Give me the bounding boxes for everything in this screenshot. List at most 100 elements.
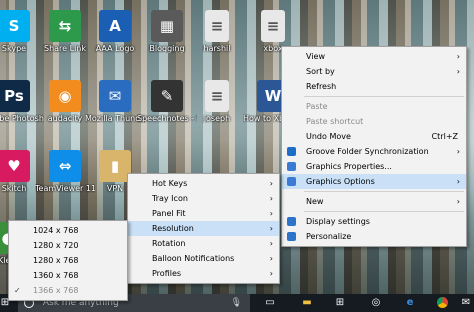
menu-item-label: View (306, 52, 325, 61)
chevron-right-icon: › (269, 269, 273, 278)
menu-item-label: 1024 x 768 (33, 226, 79, 235)
blogging-folder-icon: ▦ (151, 10, 183, 42)
graphics-submenu-item[interactable]: Panel Fit › (128, 206, 279, 221)
context-menu-item[interactable]: Graphics Options › (282, 174, 466, 189)
chevron-right-icon: › (269, 209, 273, 218)
task-view-icon: ▭ (265, 297, 275, 308)
menu-item-label: Display settings (306, 217, 370, 226)
chevron-right-icon: › (456, 197, 460, 206)
menu-separator (304, 191, 464, 192)
desktop-shortcut[interactable]: A AAA Logo (85, 10, 145, 53)
menu-item-label: Profiles (152, 269, 182, 278)
ring-app-icon: ◎ (371, 297, 381, 308)
graphics-properties-icon (287, 162, 296, 171)
resolution-option[interactable]: 1280 x 768 (9, 253, 127, 268)
chevron-right-icon: › (269, 179, 273, 188)
chevron-right-icon: › (456, 147, 460, 156)
menu-item-label: 1280 x 720 (33, 241, 79, 250)
context-menu-item[interactable]: New › (282, 194, 466, 209)
menu-shortcut-label: Ctrl+Z (431, 132, 458, 141)
graphics-submenu-item[interactable]: Profiles › (128, 266, 279, 281)
menu-item-label: 1360 x 768 (33, 271, 79, 280)
checkmark-icon: ✓ (14, 286, 21, 295)
chevron-right-icon: › (456, 52, 460, 61)
file-explorer-taskbar-button[interactable]: ▬ (293, 294, 321, 312)
personalize-icon (287, 232, 296, 241)
context-menu-item[interactable]: Personalize (282, 229, 466, 244)
resolution-submenu: 1024 x 768 1280 x 720 1280 x 768 1360 x 768… (8, 220, 128, 301)
edge-icon: e (406, 297, 414, 308)
audacity-icon: ◉ (49, 80, 81, 112)
chevron-right-icon: › (456, 177, 460, 186)
desktop-context-menu: View › Sort by › Refresh Paste Paste shortcut U… (281, 46, 467, 247)
chevron-right-icon: › (269, 194, 273, 203)
folder-icon: ▬ (302, 297, 312, 308)
menu-item-label: Paste shortcut (306, 117, 364, 126)
microphone-icon[interactable]: 🎙 (231, 294, 242, 312)
graphics-submenu-item[interactable]: Hot Keys › (128, 176, 279, 191)
menu-item-label: Personalize (306, 232, 352, 241)
harshil-file-icon: ≡ (205, 10, 229, 42)
graphics-submenu-item[interactable]: Balloon Notifications › (128, 251, 279, 266)
context-menu-item[interactable]: Groove Folder Synchronization › (282, 144, 466, 159)
menu-item-label: Panel Fit (152, 209, 186, 218)
graphics-submenu-item[interactable]: Resolution › (128, 221, 279, 236)
xbox-file-icon: ≡ (261, 10, 285, 42)
aaa-logo-icon: A (99, 10, 131, 42)
speechnotes-icon: ✎ (151, 80, 183, 112)
chrome-taskbar-button[interactable] (428, 294, 456, 312)
menu-separator (304, 96, 464, 97)
groove-sync-icon (287, 147, 296, 156)
desktop-shortcut[interactable]: ≡ joseph (187, 80, 247, 123)
menu-item-label: Tray Icon (152, 194, 188, 203)
store-taskbar-button[interactable]: ⊞ (326, 294, 354, 312)
context-menu-item[interactable]: Sort by › (282, 64, 466, 79)
teamviewer-icon: ⇔ (49, 150, 81, 182)
menu-item-label: 1280 x 768 (33, 256, 79, 265)
menu-item-label: Refresh (306, 82, 337, 91)
desktop-shortcut-label: AAA Logo (95, 44, 135, 53)
context-menu-item[interactable]: Refresh (282, 79, 466, 94)
context-menu-item[interactable]: Paste shortcut (282, 114, 466, 129)
edge-taskbar-button[interactable]: e (396, 294, 424, 312)
skype-icon: S (0, 10, 30, 42)
resolution-option[interactable]: ✓ 1366 x 768 (9, 283, 127, 298)
joseph-file-icon: ≡ (205, 80, 229, 112)
menu-item-label: Groove Folder Synchronization (306, 147, 429, 156)
menu-item-label: Graphics Options (306, 177, 375, 186)
mail-icon: ✉ (461, 297, 471, 308)
menu-item-label: Hot Keys (152, 179, 188, 188)
resolution-option[interactable]: 1280 x 720 (9, 238, 127, 253)
desktop-shortcut[interactable]: ≡ harshil (187, 10, 247, 53)
context-menu-item[interactable]: Undo Move Ctrl+Z (282, 129, 466, 144)
resolution-option[interactable]: 1360 x 768 (9, 268, 127, 283)
context-menu-item[interactable]: Display settings (282, 214, 466, 229)
app-taskbar-button[interactable]: ◎ (362, 294, 390, 312)
context-menu-item[interactable]: Graphics Properties... (282, 159, 466, 174)
graphics-submenu-item[interactable]: Tray Icon › (128, 191, 279, 206)
chevron-right-icon: › (456, 67, 460, 76)
graphics-options-icon (287, 177, 296, 186)
menu-item-label: Sort by (306, 67, 335, 76)
menu-item-label: New (306, 197, 324, 206)
menu-item-label: Rotation (152, 239, 186, 248)
context-menu-item[interactable]: View › (282, 49, 466, 64)
graphics-submenu-item[interactable]: Rotation › (128, 236, 279, 251)
store-icon: ⊞ (335, 297, 345, 308)
chevron-right-icon: › (269, 239, 273, 248)
context-menu-item[interactable]: Paste (282, 99, 466, 114)
menu-item-label: Graphics Properties... (306, 162, 392, 171)
menu-item-label: Undo Move (306, 132, 351, 141)
menu-item-label: Balloon Notifications (152, 254, 235, 263)
chevron-right-icon: › (269, 224, 273, 233)
task-view-button[interactable]: ▭ (256, 294, 284, 312)
desktop-shortcut[interactable]: ✉ Mozilla Thunderbird (85, 80, 145, 123)
taskbar-overflow-button[interactable]: ✉ (458, 294, 474, 312)
menu-item-label: Paste (306, 102, 328, 111)
share-link-icon: ⇆ (49, 10, 81, 42)
resolution-option[interactable]: 1024 x 768 (9, 223, 127, 238)
menu-item-label: 1366 x 768 (33, 286, 79, 295)
display-settings-icon (287, 217, 296, 226)
thunderbird-icon: ✉ (99, 80, 131, 112)
desktop-shortcut-label: joseph (203, 114, 231, 123)
